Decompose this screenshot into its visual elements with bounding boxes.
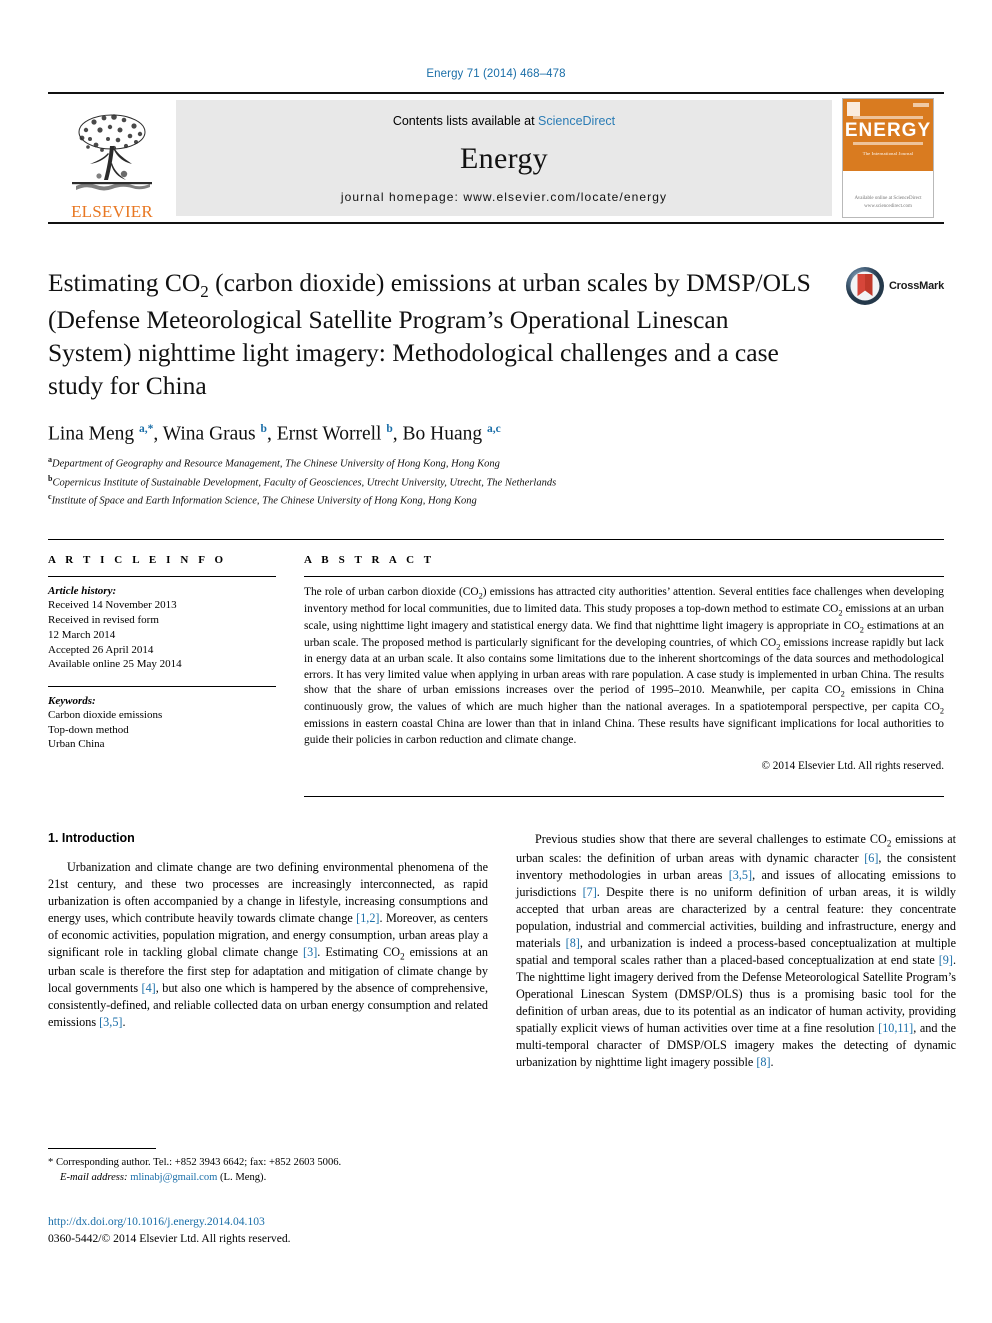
crossmark-logo-icon xyxy=(845,267,884,305)
sciencedirect-link[interactable]: ScienceDirect xyxy=(538,114,615,128)
cover-rule-top xyxy=(852,116,924,119)
journal-masthead: ELSEVIER Contents lists available at Sci… xyxy=(48,92,944,224)
affil-text-a: Department of Geography and Resource Man… xyxy=(52,458,500,470)
cover-title: ENERGY xyxy=(844,120,932,141)
running-head: Energy 71 (2014) 468–478 xyxy=(426,68,566,80)
page-title: Estimating CO2 (carbon dioxide) emission… xyxy=(48,268,811,401)
section-heading-introduction: 1. Introduction xyxy=(48,831,135,846)
elsevier-tree-icon xyxy=(72,114,152,191)
abstract-heading: A B S T R A C T xyxy=(304,554,435,567)
footnote-divider xyxy=(48,1148,156,1149)
cover-publisher-text: Available online at ScienceDirect www.sc… xyxy=(854,196,922,209)
paper-page: Energy 71 (2014) 468–478 ELSEVIER Conten… xyxy=(0,0,992,1323)
affil-text-b: Copernicus Institute of Sustainable Deve… xyxy=(52,477,557,489)
crossmark-badge[interactable]: CrossMark xyxy=(845,266,944,306)
cover-inner: ENERGY The International Journal Availab… xyxy=(842,98,934,218)
affil-text-c: Institute of Space and Earth Information… xyxy=(51,495,477,507)
crossmark-label: CrossMark xyxy=(888,280,944,292)
affiliations: aDepartment of Geography and Resource Ma… xyxy=(48,454,944,509)
email-address-label: E-mail address: xyxy=(60,1172,128,1184)
email-address-suffix: (L. Meng). xyxy=(220,1172,267,1184)
cover-logo-icon xyxy=(847,102,860,116)
affiliation-a: aDepartment of Geography and Resource Ma… xyxy=(48,454,944,472)
title-block: CrossMark Estimating CO2 (carbon dioxide… xyxy=(48,266,944,509)
cover-subtitle: The International Journal xyxy=(862,151,914,156)
history-line-0: Received 14 November 2013 xyxy=(48,599,177,612)
contents-prefix: Contents lists available at xyxy=(392,114,539,128)
cover-barcode-icon xyxy=(913,103,929,107)
article-history-label: Article history: xyxy=(48,585,117,598)
keyword-1: Top-down method xyxy=(48,723,129,736)
abstract-copyright: © 2014 Elsevier Ltd. All rights reserved… xyxy=(761,760,945,773)
body-column-left: 1. Introduction Urbanization and climate… xyxy=(48,831,488,1080)
history-line-1: Received in revised form xyxy=(48,614,159,627)
footnote-email-line: E-mail address: mlinabj@gmail.com (L. Me… xyxy=(48,1170,488,1185)
email-address-link[interactable]: mlinabj@gmail.com xyxy=(130,1172,217,1183)
divider-keywords xyxy=(48,686,276,687)
info-abstract-section: A R T I C L E I N F O Article history: R… xyxy=(48,539,945,798)
history-line-3: Accepted 26 April 2014 xyxy=(48,643,154,656)
author-list: Lina Meng a,*, Wina Graus b, Ernst Worre… xyxy=(48,422,501,445)
contents-available-line: Contents lists available at ScienceDirec… xyxy=(393,114,615,128)
abstract-body: The role of urban carbon dioxide (CO2) e… xyxy=(304,586,945,746)
page-footer: http://dx.doi.org/10.1016/j.energy.2014.… xyxy=(48,1213,588,1248)
footnote-corresponding-line: * Corresponding author. Tel.: +852 3943 … xyxy=(48,1157,342,1168)
keyword-0: Carbon dioxide emissions xyxy=(48,709,163,721)
divider-abstract-bottom xyxy=(304,796,944,798)
article-info-column: A R T I C L E I N F O Article history: R… xyxy=(48,540,276,797)
journal-homepage-link[interactable]: journal homepage: www.elsevier.com/locat… xyxy=(341,190,667,204)
cover-rule-bottom xyxy=(852,142,924,145)
body-column-right: Previous studies show that there are sev… xyxy=(516,831,956,1080)
intro-paragraph-right-0: Previous studies show that there are sev… xyxy=(516,832,957,1070)
history-line-2: 12 March 2014 xyxy=(48,628,116,641)
abstract-column: A B S T R A C T The role of urban carbon… xyxy=(304,540,945,798)
elsevier-wordmark: ELSEVIER xyxy=(71,202,153,221)
affiliation-c: cInstitute of Space and Earth Informatio… xyxy=(48,491,944,509)
divider-info-top xyxy=(48,576,276,578)
elsevier-logo: ELSEVIER xyxy=(48,94,176,222)
doi-link[interactable]: http://dx.doi.org/10.1016/j.energy.2014.… xyxy=(48,1213,588,1230)
journal-cover-thumbnail[interactable]: ENERGY The International Journal Availab… xyxy=(832,94,944,222)
journal-title: Energy xyxy=(460,142,548,175)
corresponding-author-footnote: * Corresponding author. Tel.: +852 3943 … xyxy=(48,1148,488,1185)
affiliation-b: bCopernicus Institute of Sustainable Dev… xyxy=(48,473,944,491)
keyword-2: Urban China xyxy=(48,738,105,751)
intro-paragraph-left-0: Urbanization and climate change are two … xyxy=(48,860,489,1030)
article-info-heading: A R T I C L E I N F O xyxy=(48,554,227,567)
divider-abstract-top xyxy=(304,576,944,578)
issn-copyright-line: 0360-5442/© 2014 Elsevier Ltd. All right… xyxy=(48,1232,291,1246)
keywords-label: Keywords: xyxy=(48,695,96,707)
body-columns: 1. Introduction Urbanization and climate… xyxy=(48,831,956,1080)
cover-bottom-band: Available online at ScienceDirect www.sc… xyxy=(843,171,933,217)
history-line-4: Available online 25 May 2014 xyxy=(48,658,182,671)
masthead-center: Contents lists available at ScienceDirec… xyxy=(176,100,832,216)
cover-top-band: ENERGY The International Journal xyxy=(843,99,933,171)
